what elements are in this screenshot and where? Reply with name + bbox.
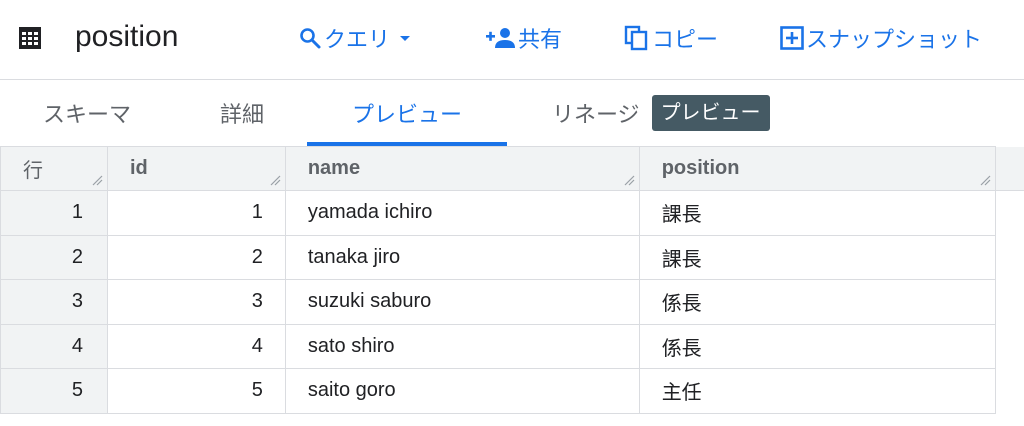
id-cell: 3 [106, 279, 286, 325]
preview-table: 行 id name position 1 1 yamada ichiro 課長 [0, 146, 1024, 414]
resize-handle-icon[interactable] [91, 174, 103, 186]
row-filler [994, 324, 1024, 369]
search-icon [300, 28, 321, 49]
copy-label: コピー [652, 27, 719, 52]
person-add-icon [486, 28, 515, 48]
toolbar: position クエリ 共有 コピー スナップショット [0, 0, 1024, 80]
id-cell: 2 [106, 234, 286, 280]
position-cell: 係長 [638, 279, 996, 325]
name-cell: suzuki saburo [284, 279, 640, 325]
snapshot-label: スナップショット [806, 27, 983, 52]
query-label: クエリ [324, 27, 391, 52]
name-cell: saito goro [284, 368, 640, 414]
tab-preview[interactable]: プレビュー [352, 80, 462, 146]
tab-lineage[interactable]: リネージ プレビュー [552, 80, 770, 146]
name-cell: tanaka jiro [284, 234, 640, 280]
position-cell: 主任 [638, 368, 996, 414]
share-button[interactable]: 共有 [486, 22, 562, 54]
resize-handle-icon[interactable] [623, 174, 635, 186]
row-filler [994, 235, 1024, 280]
table-row: 3 3 suzuki saburo 係長 [0, 279, 1024, 325]
name-cell: sato shiro [284, 323, 640, 369]
row-number-cell: 1 [0, 190, 108, 236]
share-label: 共有 [518, 27, 563, 52]
row-number-cell: 5 [0, 368, 108, 414]
copy-icon [624, 25, 648, 51]
tab-lineage-label: リネージ [552, 102, 640, 127]
id-cell: 4 [106, 323, 286, 369]
add-box-icon [780, 26, 804, 50]
table-row: 2 2 tanaka jiro 課長 [0, 234, 1024, 280]
position-cell: 係長 [638, 323, 996, 369]
copy-button[interactable]: コピー [624, 22, 718, 54]
tab-details[interactable]: 詳細 [220, 80, 264, 146]
position-cell: 課長 [638, 234, 996, 280]
table-row: 4 4 sato shiro 係長 [0, 323, 1024, 369]
column-header-label: position [661, 157, 740, 179]
tab-bar: スキーマ 詳細 プレビュー リネージ プレビュー [0, 80, 1024, 146]
row-filler [994, 368, 1024, 413]
page-title: position [75, 20, 179, 53]
snapshot-button[interactable]: スナップショット [780, 22, 982, 54]
table-row: 5 5 saito goro 主任 [0, 368, 1024, 414]
column-header-label: 行 [23, 160, 43, 182]
row-number-cell: 2 [0, 234, 108, 280]
id-cell: 1 [106, 190, 286, 236]
table-row: 1 1 yamada ichiro 課長 [0, 190, 1024, 236]
id-cell: 5 [106, 368, 286, 414]
column-header-label: id [129, 157, 148, 179]
preview-badge: プレビュー [651, 95, 770, 131]
column-header-row: 行 [0, 146, 108, 191]
tab-schema[interactable]: スキーマ [43, 80, 131, 146]
header-row: 行 id name position [0, 146, 1024, 191]
row-number-cell: 4 [0, 323, 108, 369]
header-filler [994, 146, 1024, 191]
table-icon [19, 27, 41, 49]
column-header-id: id [106, 146, 286, 191]
caret-down-icon [400, 36, 411, 41]
resize-handle-icon[interactable] [269, 174, 281, 186]
column-header-label: name [307, 157, 361, 179]
row-number-cell: 3 [0, 279, 108, 325]
position-cell: 課長 [638, 190, 996, 236]
column-header-name: name [284, 146, 640, 191]
query-button[interactable]: クエリ [298, 22, 416, 54]
row-filler [994, 190, 1024, 235]
name-cell: yamada ichiro [284, 190, 640, 236]
resize-handle-icon[interactable] [979, 174, 991, 186]
column-header-position: position [638, 146, 996, 191]
row-filler [994, 279, 1024, 324]
